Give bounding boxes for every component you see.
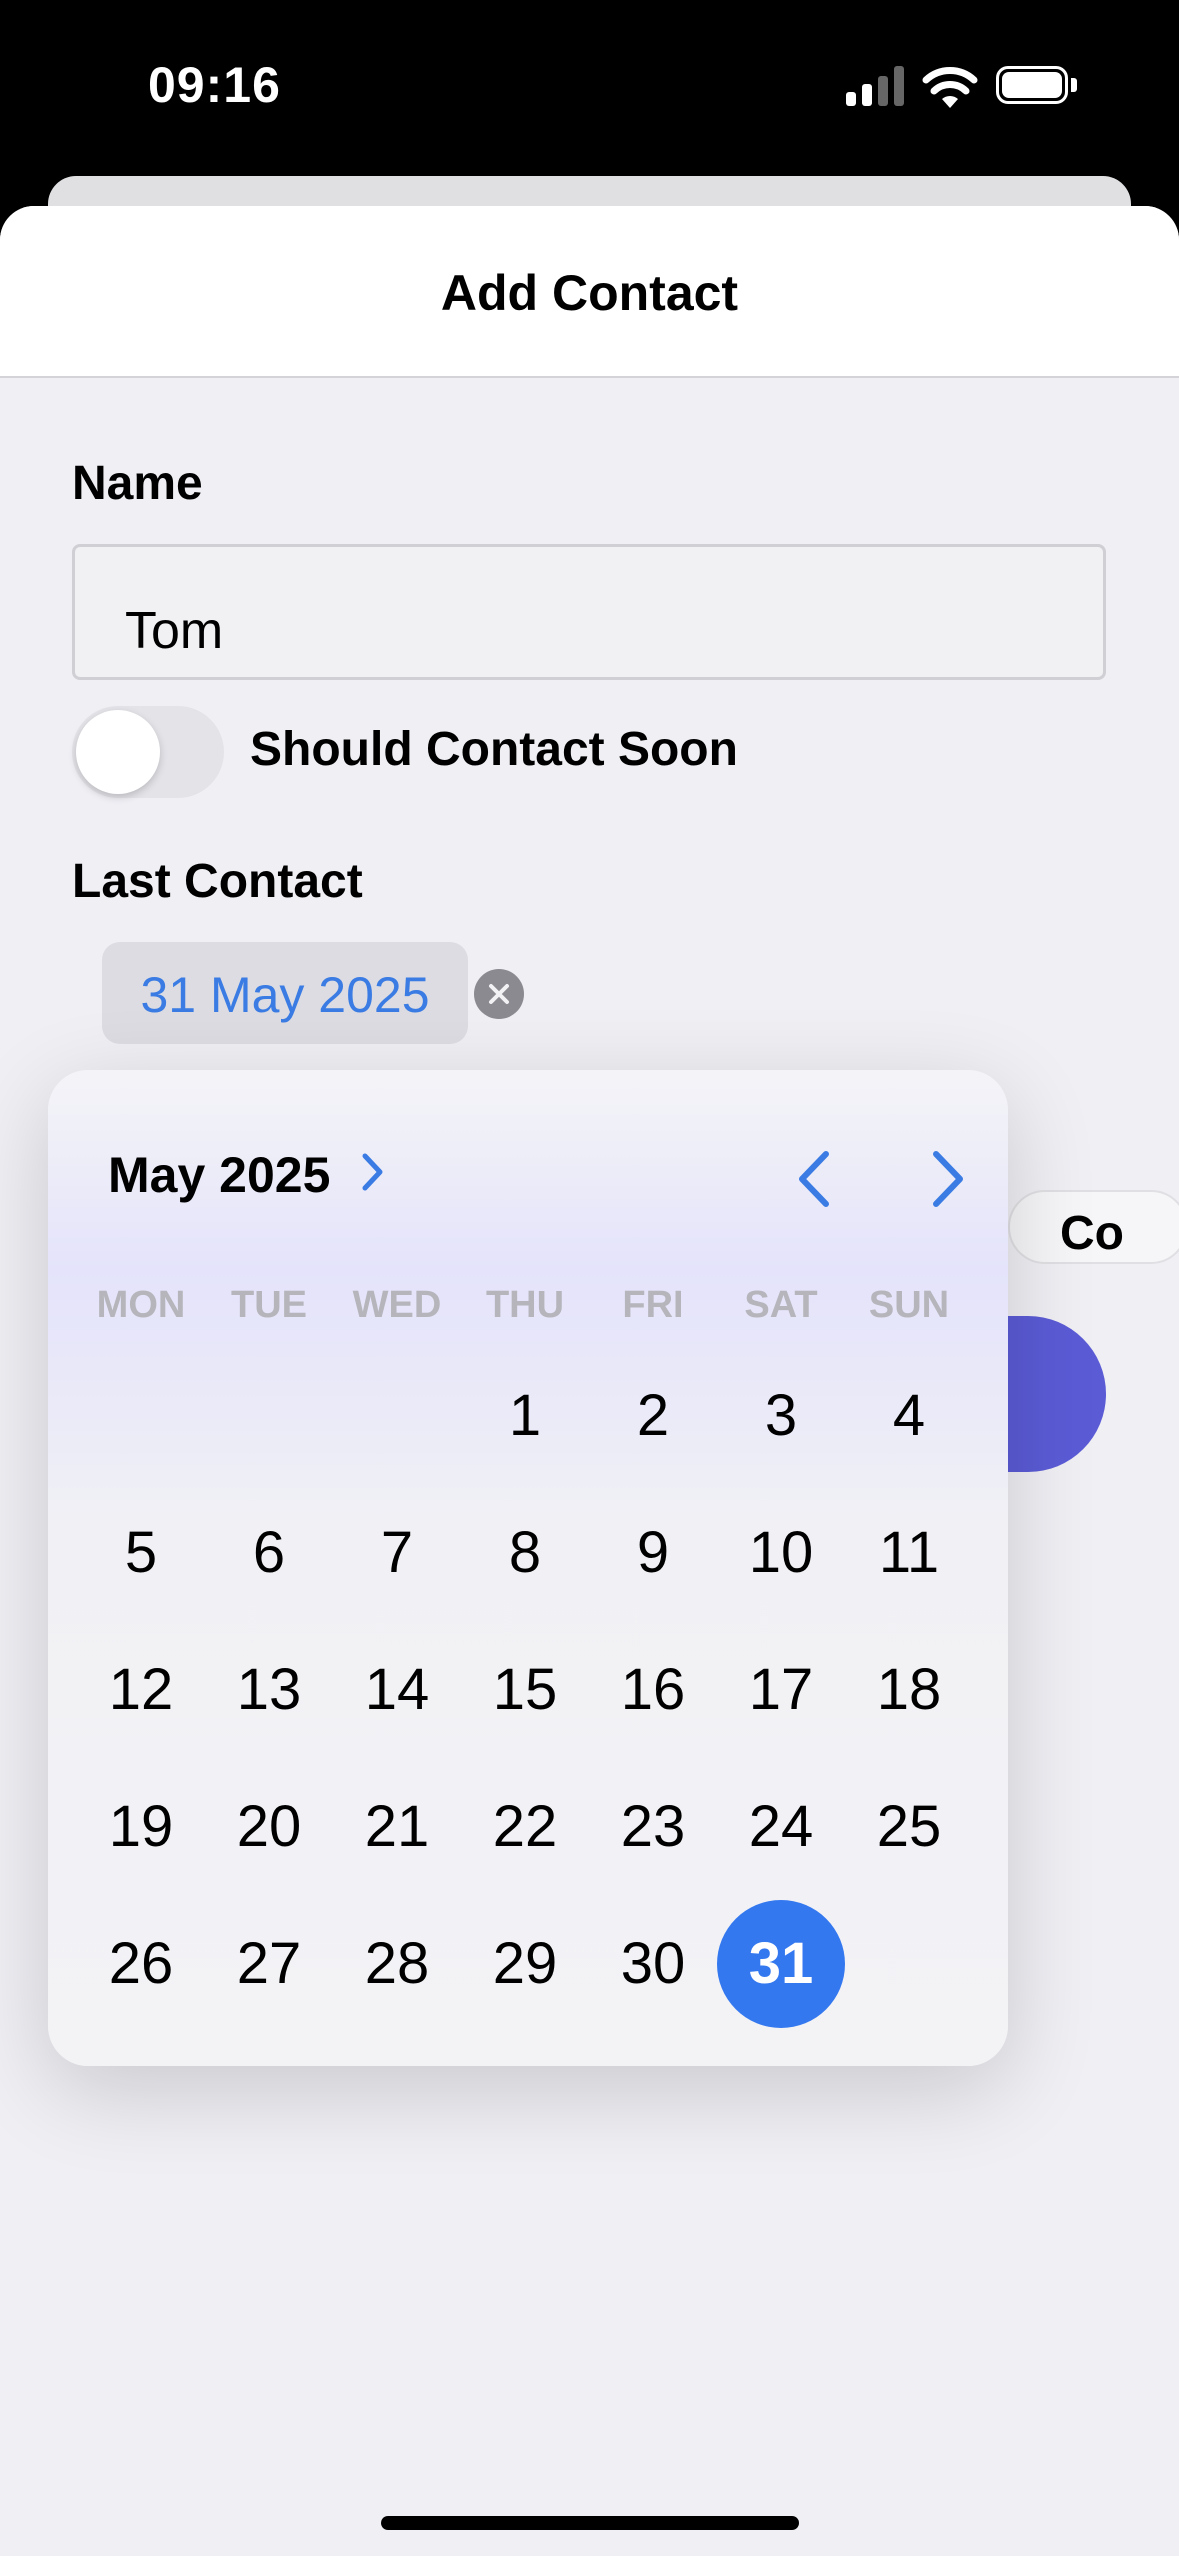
calendar-day[interactable]: 23 <box>589 1763 717 1891</box>
calendar-day[interactable]: 22 <box>461 1763 589 1891</box>
home-indicator <box>381 2516 799 2530</box>
calendar-day[interactable]: 1 <box>461 1352 589 1480</box>
calendar-day[interactable]: 5 <box>77 1489 205 1617</box>
close-icon <box>489 984 509 1004</box>
calendar-day-grid: 1 2 3 4 5 6 7 8 9 10 11 12 13 14 15 16 17 18 19 20 21 22 23 24 2… <box>48 1070 1008 2066</box>
calendar-day[interactable]: 17 <box>717 1626 845 1754</box>
battery-icon <box>996 66 1080 106</box>
calendar-day[interactable]: 8 <box>461 1489 589 1617</box>
calendar-day[interactable]: 2 <box>589 1352 717 1480</box>
calendar-day[interactable]: 9 <box>589 1489 717 1617</box>
calendar-day[interactable]: 10 <box>717 1489 845 1617</box>
cellular-signal-icon <box>846 66 904 106</box>
wifi-icon <box>922 67 978 108</box>
status-bar: 09:16 <box>0 0 1179 176</box>
calendar-day[interactable]: 26 <box>77 1900 205 2028</box>
name-field-value: Tom <box>125 602 224 660</box>
calendar-day-selected[interactable]: 31 <box>717 1900 845 2028</box>
navigation-bar: Add Contact <box>0 206 1179 378</box>
calendar-day[interactable]: 16 <box>589 1626 717 1754</box>
toggle-knob <box>76 710 160 794</box>
calendar-day[interactable]: 25 <box>845 1763 973 1891</box>
calendar-day[interactable]: 29 <box>461 1900 589 2028</box>
calendar-day[interactable]: 28 <box>333 1900 461 2028</box>
calendar-day[interactable]: 27 <box>205 1900 333 2028</box>
calendar-day[interactable]: 4 <box>845 1352 973 1480</box>
name-field[interactable]: Tom <box>72 544 1106 680</box>
calendar-day[interactable]: 7 <box>333 1489 461 1617</box>
should-contact-soon-toggle[interactable] <box>72 706 224 798</box>
calendar-day[interactable]: 15 <box>461 1626 589 1754</box>
calendar-day[interactable]: 14 <box>333 1626 461 1754</box>
calendar-day[interactable]: 24 <box>717 1763 845 1891</box>
calendar-day[interactable]: 11 <box>845 1489 973 1617</box>
page-title: Add Contact <box>440 265 739 321</box>
date-picker-popover: May 2025 MON TUE WED THU FRI SAT SUN 123… <box>48 1070 1008 2066</box>
last-contact-date-button[interactable]: 31 May 2025 <box>102 942 468 1044</box>
partially-hidden-button[interactable]: Co <box>1008 1190 1179 1264</box>
name-label: Name <box>72 457 203 510</box>
calendar-day[interactable]: 12 <box>77 1626 205 1754</box>
calendar-day[interactable]: 3 <box>717 1352 845 1480</box>
calendar-day[interactable]: 19 <box>77 1763 205 1891</box>
calendar-day[interactable]: 6 <box>205 1489 333 1617</box>
calendar-day[interactable]: 18 <box>845 1626 973 1754</box>
should-contact-soon-label: Should Contact Soon <box>250 723 738 776</box>
clear-date-button[interactable] <box>474 969 524 1019</box>
status-time: 09:16 <box>148 57 281 113</box>
calendar-day[interactable]: 21 <box>333 1763 461 1891</box>
last-contact-label: Last Contact <box>72 855 363 908</box>
calendar-day[interactable]: 30 <box>589 1900 717 2028</box>
calendar-day[interactable]: 13 <box>205 1626 333 1754</box>
calendar-day[interactable]: 20 <box>205 1763 333 1891</box>
add-contact-sheet: Add Contact Name Tom Should Contact Soon… <box>0 206 1179 2556</box>
last-contact-date-value: 31 May 2025 <box>140 967 430 1023</box>
partially-hidden-button-label: Co <box>1060 1207 1124 1260</box>
